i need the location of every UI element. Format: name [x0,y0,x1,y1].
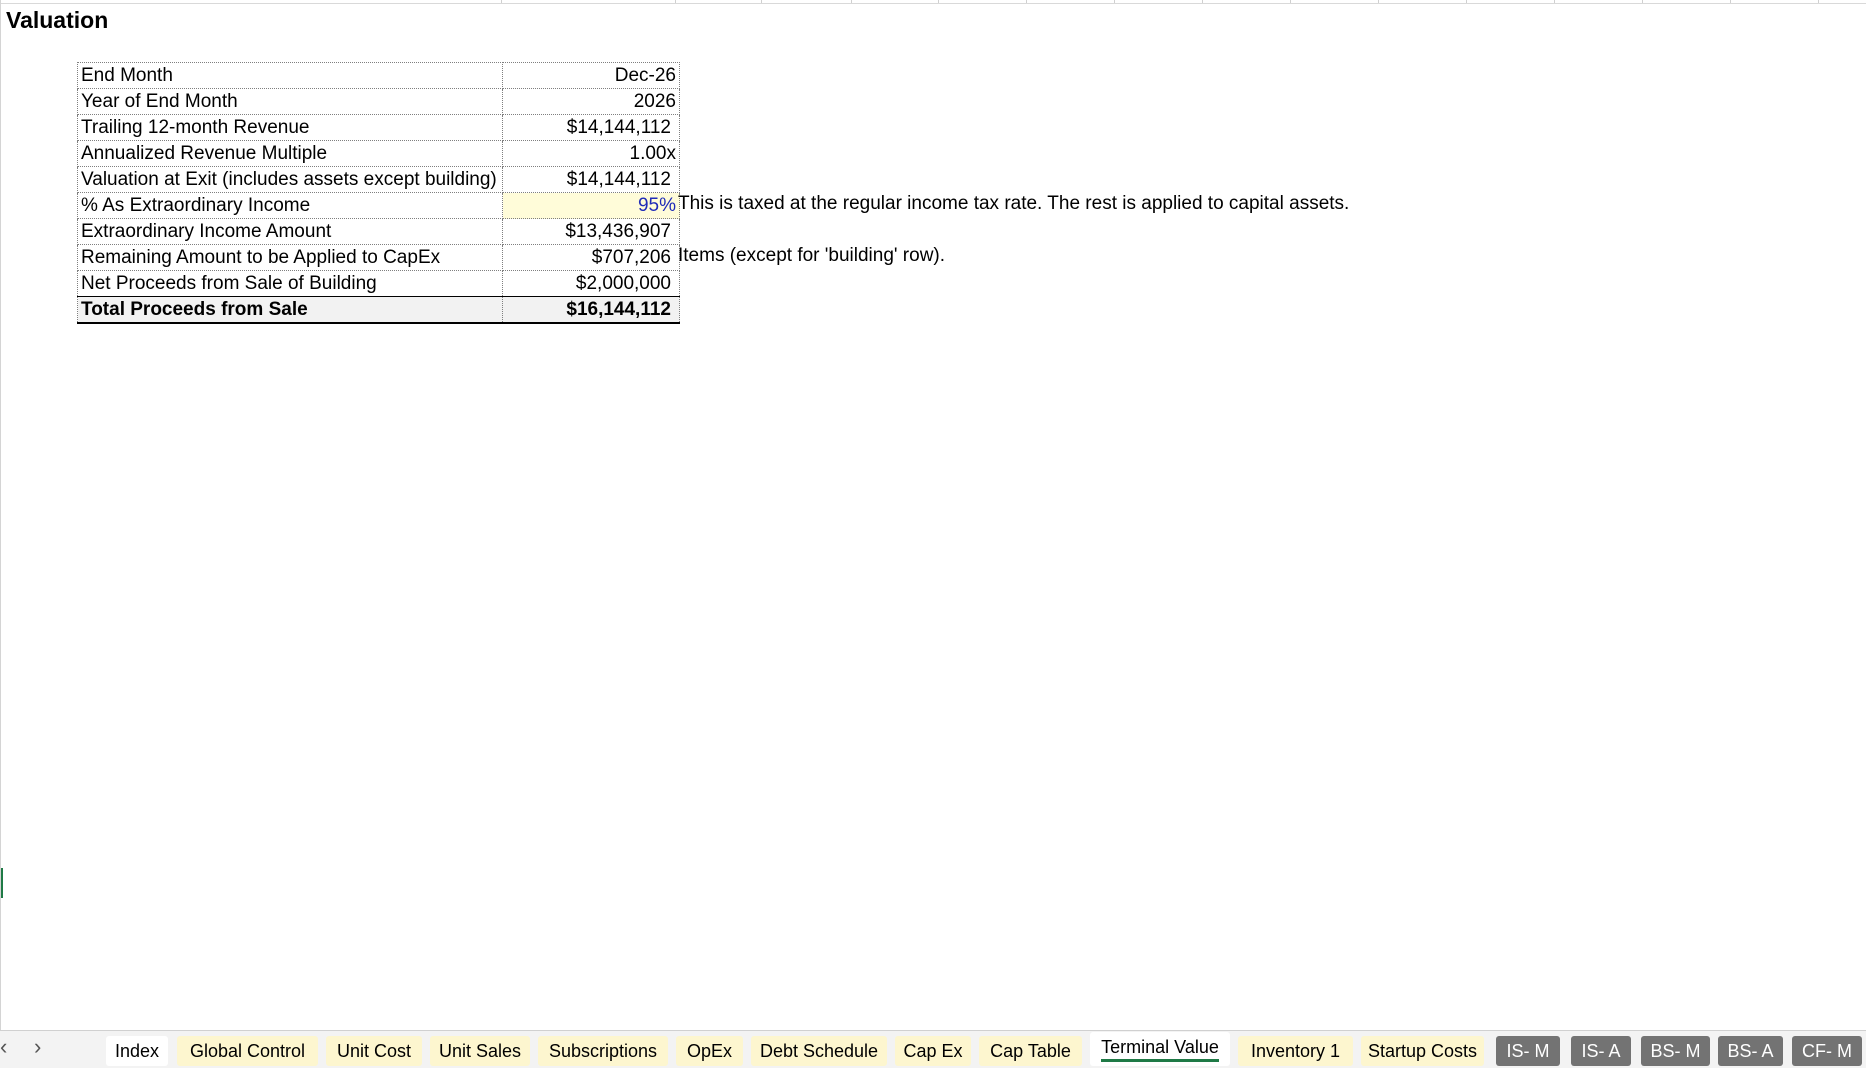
column-divider [938,0,939,3]
row-label-revenue-multiple[interactable]: Annualized Revenue Multiple [77,140,503,167]
tab-subscriptions[interactable]: Subscriptions [538,1036,668,1066]
tab-cf-m[interactable]: CF- M [1792,1036,1862,1066]
row-label-year-end-month[interactable]: Year of End Month [77,88,503,115]
tab-cap-table[interactable]: Cap Table [979,1036,1082,1066]
row-label-extraordinary-amount[interactable]: Extraordinary Income Amount [77,218,503,245]
column-header-strip [1,0,1866,4]
tab-is-m[interactable]: IS- M [1496,1036,1560,1066]
row-label-trailing-revenue[interactable]: Trailing 12-month Revenue [77,114,503,141]
total-row: Total Proceeds from Sale $16,144,112 [77,296,680,324]
tab-bs-m[interactable]: BS- M [1641,1036,1710,1066]
tab-scroll-right-icon[interactable]: › [34,1034,41,1060]
table-row: Trailing 12-month Revenue $14,144,112 [77,114,680,141]
table-row: Extraordinary Income Amount $13,436,907 [77,218,680,245]
table-row: % As Extraordinary Income 95% [77,192,680,219]
row-label-valuation-at-exit[interactable]: Valuation at Exit (includes assets excep… [77,166,503,193]
cell-building-proceeds[interactable]: $2,000,000 [502,270,680,297]
cell-valuation-at-exit[interactable]: $14,144,112 [502,166,680,193]
tab-scroll-left-icon[interactable]: ‹ [0,1034,7,1060]
column-divider [1554,0,1555,3]
table-row: End Month Dec-26 [77,62,680,89]
note-capex-items[interactable]: Items (except for 'building' row). [678,245,945,267]
column-divider [675,0,676,3]
row-label-extraordinary-pct[interactable]: % As Extraordinary Income [77,192,503,219]
cell-end-month[interactable]: Dec-26 [502,62,680,89]
column-divider [501,0,502,3]
table-row: Remaining Amount to be Applied to CapEx … [77,244,680,271]
tab-debt-schedule[interactable]: Debt Schedule [751,1036,887,1066]
table-row: Valuation at Exit (includes assets excep… [77,166,680,193]
tab-terminal-value[interactable]: Terminal Value [1090,1032,1230,1066]
tab-unit-cost[interactable]: Unit Cost [326,1036,422,1066]
tab-index[interactable]: Index [106,1036,168,1066]
cell-extraordinary-amount[interactable]: $13,436,907 [502,218,680,245]
note-extraordinary-income[interactable]: This is taxed at the regular income tax … [678,193,1349,215]
cell-revenue-multiple[interactable]: 1.00x [502,140,680,167]
column-divider [1026,0,1027,3]
table-row: Year of End Month 2026 [77,88,680,115]
row-selection-marker [1,868,3,898]
tab-terminal-value-label: Terminal Value [1101,1037,1219,1062]
column-divider [1378,0,1379,3]
cell-trailing-revenue[interactable]: $14,144,112 [502,114,680,141]
cell-total-proceeds[interactable]: $16,144,112 [502,296,680,324]
cell-remaining-capex[interactable]: $707,206 [502,244,680,271]
sheet-title: Valuation [6,7,109,33]
row-label-end-month[interactable]: End Month [77,62,503,89]
column-divider [1642,0,1643,3]
column-divider [1818,0,1819,3]
tab-unit-sales[interactable]: Unit Sales [430,1036,530,1066]
column-divider [1202,0,1203,3]
tab-cap-ex[interactable]: Cap Ex [895,1036,971,1066]
tab-opex[interactable]: OpEx [676,1036,743,1066]
column-divider [1290,0,1291,3]
tab-global-control[interactable]: Global Control [177,1036,318,1066]
input-extraordinary-pct[interactable]: 95% [502,192,680,219]
row-label-total-proceeds[interactable]: Total Proceeds from Sale [77,296,503,324]
tab-bs-a[interactable]: BS- A [1718,1036,1783,1066]
cell-year-end-month[interactable]: 2026 [502,88,680,115]
column-divider [761,0,762,3]
column-divider [851,0,852,3]
table-row: Annualized Revenue Multiple 1.00x [77,140,680,167]
row-label-remaining-capex[interactable]: Remaining Amount to be Applied to CapEx [77,244,503,271]
row-label-building-proceeds[interactable]: Net Proceeds from Sale of Building [77,270,503,297]
column-divider [1114,0,1115,3]
column-divider [1730,0,1731,3]
table-row: Net Proceeds from Sale of Building $2,00… [77,270,680,297]
valuation-table: End Month Dec-26 Year of End Month 2026 … [77,62,680,324]
tab-startup-costs[interactable]: Startup Costs [1361,1036,1484,1066]
tab-is-a[interactable]: IS- A [1571,1036,1631,1066]
worksheet-grid[interactable]: Valuation End Month Dec-26 Year of End M… [0,0,1866,1030]
column-divider [1466,0,1467,3]
tab-inventory-1[interactable]: Inventory 1 [1238,1036,1353,1066]
